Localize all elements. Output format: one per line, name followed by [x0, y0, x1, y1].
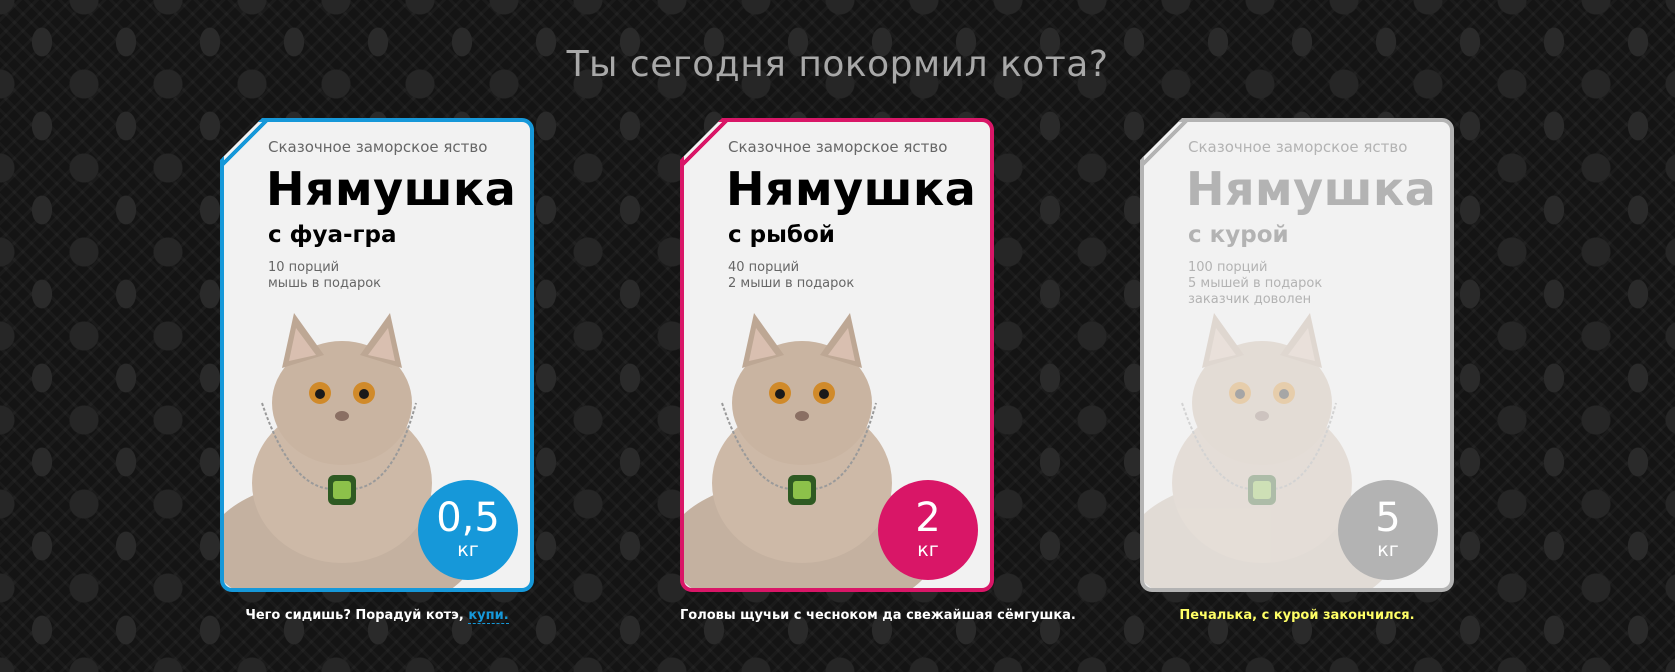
- card-flavor: с рыбой: [728, 222, 835, 248]
- card-caption: Головы щучьи с чесноком да свежайшая сём…: [680, 608, 1076, 623]
- card-feature: 10 порций: [268, 260, 340, 275]
- page-title: Ты сегодня покормил кота?: [566, 44, 1109, 85]
- product-card-chicken-body: Сказочное заморское яство Нямушка с куро…: [1140, 118, 1454, 592]
- caption-text: Чего сидишь? Порадуй котэ,: [245, 608, 469, 623]
- buy-link[interactable]: купи.: [468, 608, 509, 624]
- product-card-foie-gras: Сказочное заморское яство Нямушка с фуа-…: [220, 118, 540, 624]
- caption-text: Печалька, с курой закончился.: [1179, 608, 1415, 623]
- weight-value: 2: [915, 495, 941, 541]
- card-brand: Нямушка: [726, 162, 977, 216]
- card-feature: заказчик доволен: [1188, 292, 1312, 307]
- card-feature: 40 порций: [728, 260, 800, 275]
- card-features: 10 порций мышь в подарок: [268, 260, 381, 292]
- card-features: 100 порций 5 мышей в подарок заказчик до…: [1188, 260, 1322, 308]
- product-card-fish: Сказочное заморское яство Нямушка с рыбо…: [680, 118, 1076, 623]
- weight-badge: 0,5 кг: [418, 480, 518, 580]
- card-caption: Печалька, с курой закончился.: [1140, 608, 1454, 623]
- card-caption: Чего сидишь? Порадуй котэ, купи.: [220, 608, 534, 624]
- weight-badge: 5 кг: [1338, 480, 1438, 580]
- card-brand: Нямушка: [1186, 162, 1437, 216]
- weight-value: 5: [1375, 495, 1401, 541]
- card-flavor: с курой: [1188, 222, 1289, 248]
- weight-badge: 2 кг: [878, 480, 978, 580]
- card-feature: 2 мыши в подарок: [728, 276, 855, 291]
- weight-unit: кг: [1377, 539, 1399, 561]
- weight-unit: кг: [457, 539, 479, 561]
- card-feature: 100 порций: [1188, 260, 1268, 275]
- card-feature: мышь в подарок: [268, 276, 382, 291]
- weight-value: 0,5: [436, 495, 500, 541]
- product-card-foie-gras-body[interactable]: Сказочное заморское яство Нямушка с фуа-…: [220, 118, 534, 592]
- card-feature: 5 мышей в подарок: [1188, 276, 1323, 291]
- card-tagline: Сказочное заморское яство: [268, 138, 488, 156]
- card-brand: Нямушка: [266, 162, 517, 216]
- product-card-fish-body[interactable]: Сказочное заморское яство Нямушка с рыбо…: [680, 118, 994, 592]
- card-features: 40 порций 2 мыши в подарок: [728, 260, 854, 292]
- caption-text: Головы щучьи с чесноком да свежайшая сём…: [680, 608, 1076, 623]
- card-tagline: Сказочное заморское яство: [1188, 138, 1408, 156]
- product-card-chicken: Сказочное заморское яство Нямушка с куро…: [1140, 118, 1460, 623]
- card-flavor: с фуа-гра: [268, 222, 397, 248]
- weight-unit: кг: [917, 539, 939, 561]
- card-tagline: Сказочное заморское яство: [728, 138, 948, 156]
